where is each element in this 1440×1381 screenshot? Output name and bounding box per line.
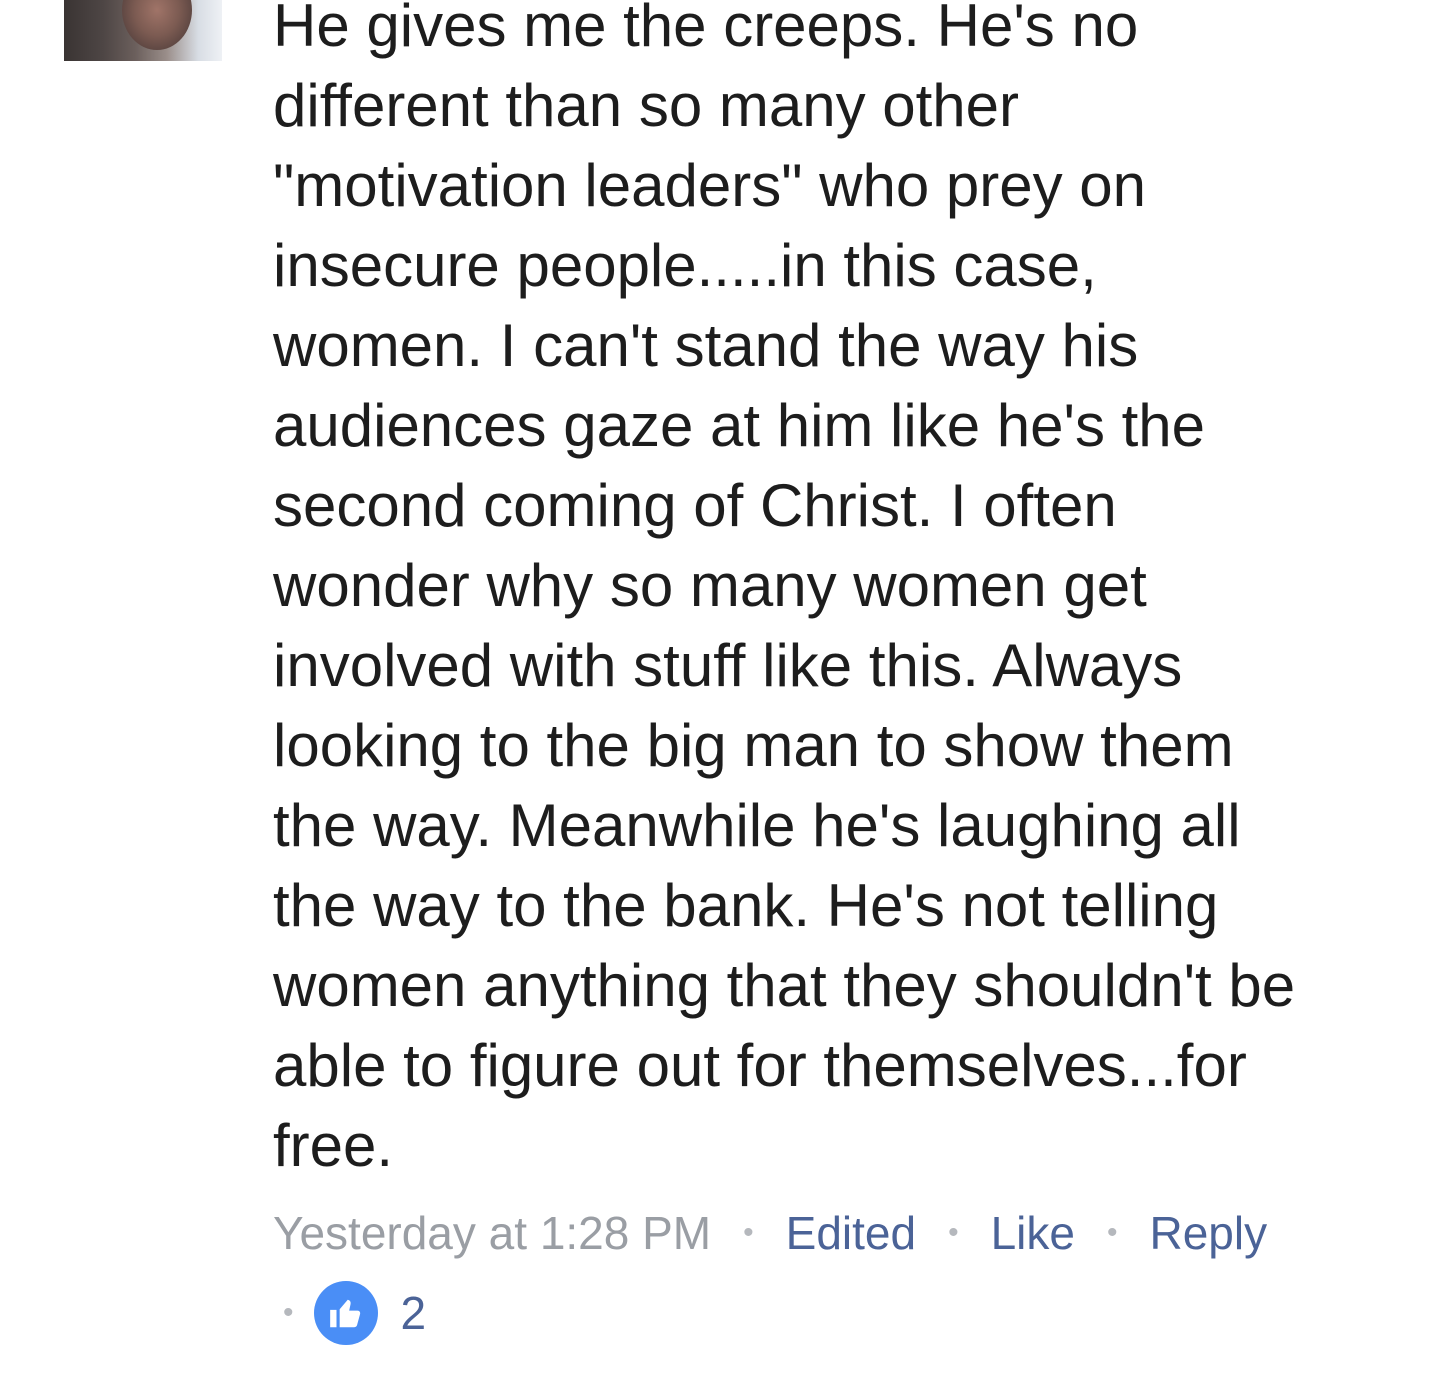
like-button[interactable]: Like xyxy=(991,1203,1075,1263)
avatar-photo xyxy=(122,0,192,50)
reply-button[interactable]: Reply xyxy=(1150,1203,1268,1263)
separator-dot: • xyxy=(743,1216,754,1249)
edited-link[interactable]: Edited xyxy=(786,1203,916,1263)
avatar[interactable] xyxy=(64,0,222,61)
separator-dot: • xyxy=(283,1296,294,1329)
comment-timestamp[interactable]: Yesterday at 1:28 PM xyxy=(273,1203,711,1263)
reactions-summary[interactable]: • 2 xyxy=(283,1281,426,1345)
separator-dot: • xyxy=(1106,1216,1118,1249)
reaction-count: 2 xyxy=(400,1287,427,1339)
thumbs-up-icon xyxy=(313,1281,378,1345)
separator-dot: • xyxy=(948,1216,959,1249)
comment-actions: Yesterday at 1:28 PM • Edited • Like • R… xyxy=(273,1203,1267,1263)
comment-text: He gives me the creeps. He's no differen… xyxy=(273,0,1296,1179)
